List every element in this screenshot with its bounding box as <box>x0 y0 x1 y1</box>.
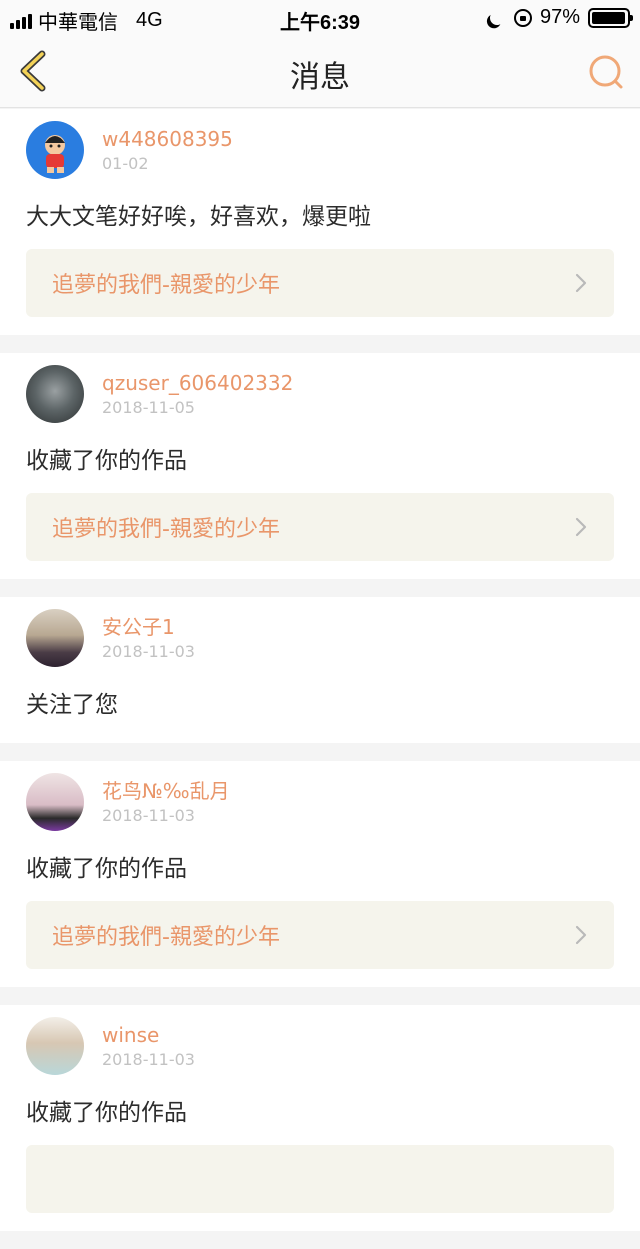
message-meta: w448608395 01-02 <box>102 121 233 175</box>
message-card: qzuser_606402332 2018-11-05 收藏了你的作品 追夢的我… <box>0 353 640 579</box>
chevron-right-icon <box>575 517 587 537</box>
message-header: 安公子1 2018-11-03 <box>26 609 614 675</box>
message-meta: winse 2018-11-03 <box>102 1017 195 1071</box>
chevron-right-icon <box>575 273 587 293</box>
back-button[interactable] <box>14 50 54 92</box>
search-icon <box>589 55 623 89</box>
message-date: 2018-11-03 <box>102 806 195 825</box>
message-text: 大大文笔好好唉，好喜欢，爆更啦 <box>26 204 371 230</box>
work-link[interactable]: 追夢的我們-親愛的少年 <box>26 493 614 561</box>
message-card: winse 2018-11-03 收藏了你的作品 <box>0 1005 640 1231</box>
chevron-left-icon <box>20 50 46 92</box>
message-date: 2018-11-03 <box>102 642 195 661</box>
message-date: 2018-11-03 <box>102 1050 195 1069</box>
message-meta: qzuser_606402332 2018-11-05 <box>102 365 293 419</box>
search-button[interactable] <box>586 52 626 92</box>
message-date: 2018-11-05 <box>102 398 195 417</box>
status-bar: 中華電信 4G 上午6:39 97% <box>0 0 640 34</box>
avatar[interactable] <box>26 365 84 423</box>
work-link[interactable]: 追夢的我們-親愛的少年 <box>26 901 614 969</box>
chevron-right-icon <box>575 925 587 945</box>
do-not-disturb-icon <box>488 9 506 27</box>
username[interactable]: w448608395 <box>102 127 233 151</box>
battery-icon <box>588 7 633 28</box>
message-text: 收藏了你的作品 <box>26 856 187 882</box>
username[interactable]: qzuser_606402332 <box>102 371 293 395</box>
message-text: 收藏了你的作品 <box>26 448 187 474</box>
work-title: 追夢的我們-親愛的少年 <box>52 517 280 542</box>
nav-bar: 消息 <box>0 34 640 108</box>
avatar[interactable] <box>26 1017 84 1075</box>
work-link[interactable] <box>26 1145 614 1213</box>
message-meta: 安公子1 2018-11-03 <box>102 609 195 663</box>
username[interactable]: 安公子1 <box>102 615 195 639</box>
status-right: 97% <box>486 6 633 29</box>
message-card: w448608395 01-02 大大文笔好好唉，好喜欢，爆更啦 追夢的我們-親… <box>0 109 640 335</box>
message-header: w448608395 01-02 <box>26 121 614 187</box>
message-header: winse 2018-11-03 <box>26 1017 614 1083</box>
message-text: 关注了您 <box>26 692 118 718</box>
message-meta: 花鸟№‰乱月 2018-11-03 <box>102 773 230 827</box>
username[interactable]: winse <box>102 1023 195 1047</box>
message-text: 收藏了你的作品 <box>26 1100 187 1126</box>
rotation-lock-icon <box>513 8 532 27</box>
avatar[interactable] <box>26 121 84 179</box>
battery-percent: 97% <box>539 6 580 28</box>
work-title: 追夢的我們-親愛的少年 <box>52 273 280 298</box>
message-card: 花鸟№‰乱月 2018-11-03 收藏了你的作品 追夢的我們-親愛的少年 <box>0 761 640 987</box>
username[interactable]: 花鸟№‰乱月 <box>102 779 230 803</box>
message-header: qzuser_606402332 2018-11-05 <box>26 365 614 431</box>
page-title: 消息 <box>290 60 350 95</box>
avatar[interactable] <box>26 609 84 667</box>
cartoon-avatar-icon <box>45 135 65 173</box>
message-feed: w448608395 01-02 大大文笔好好唉，好喜欢，爆更啦 追夢的我們-親… <box>0 109 640 1249</box>
message-date: 01-02 <box>102 154 149 173</box>
work-title: 追夢的我們-親愛的少年 <box>52 925 280 950</box>
work-link[interactable]: 追夢的我們-親愛的少年 <box>26 249 614 317</box>
message-header: 花鸟№‰乱月 2018-11-03 <box>26 773 614 839</box>
message-card: 安公子1 2018-11-03 关注了您 <box>0 597 640 743</box>
avatar[interactable] <box>26 773 84 831</box>
